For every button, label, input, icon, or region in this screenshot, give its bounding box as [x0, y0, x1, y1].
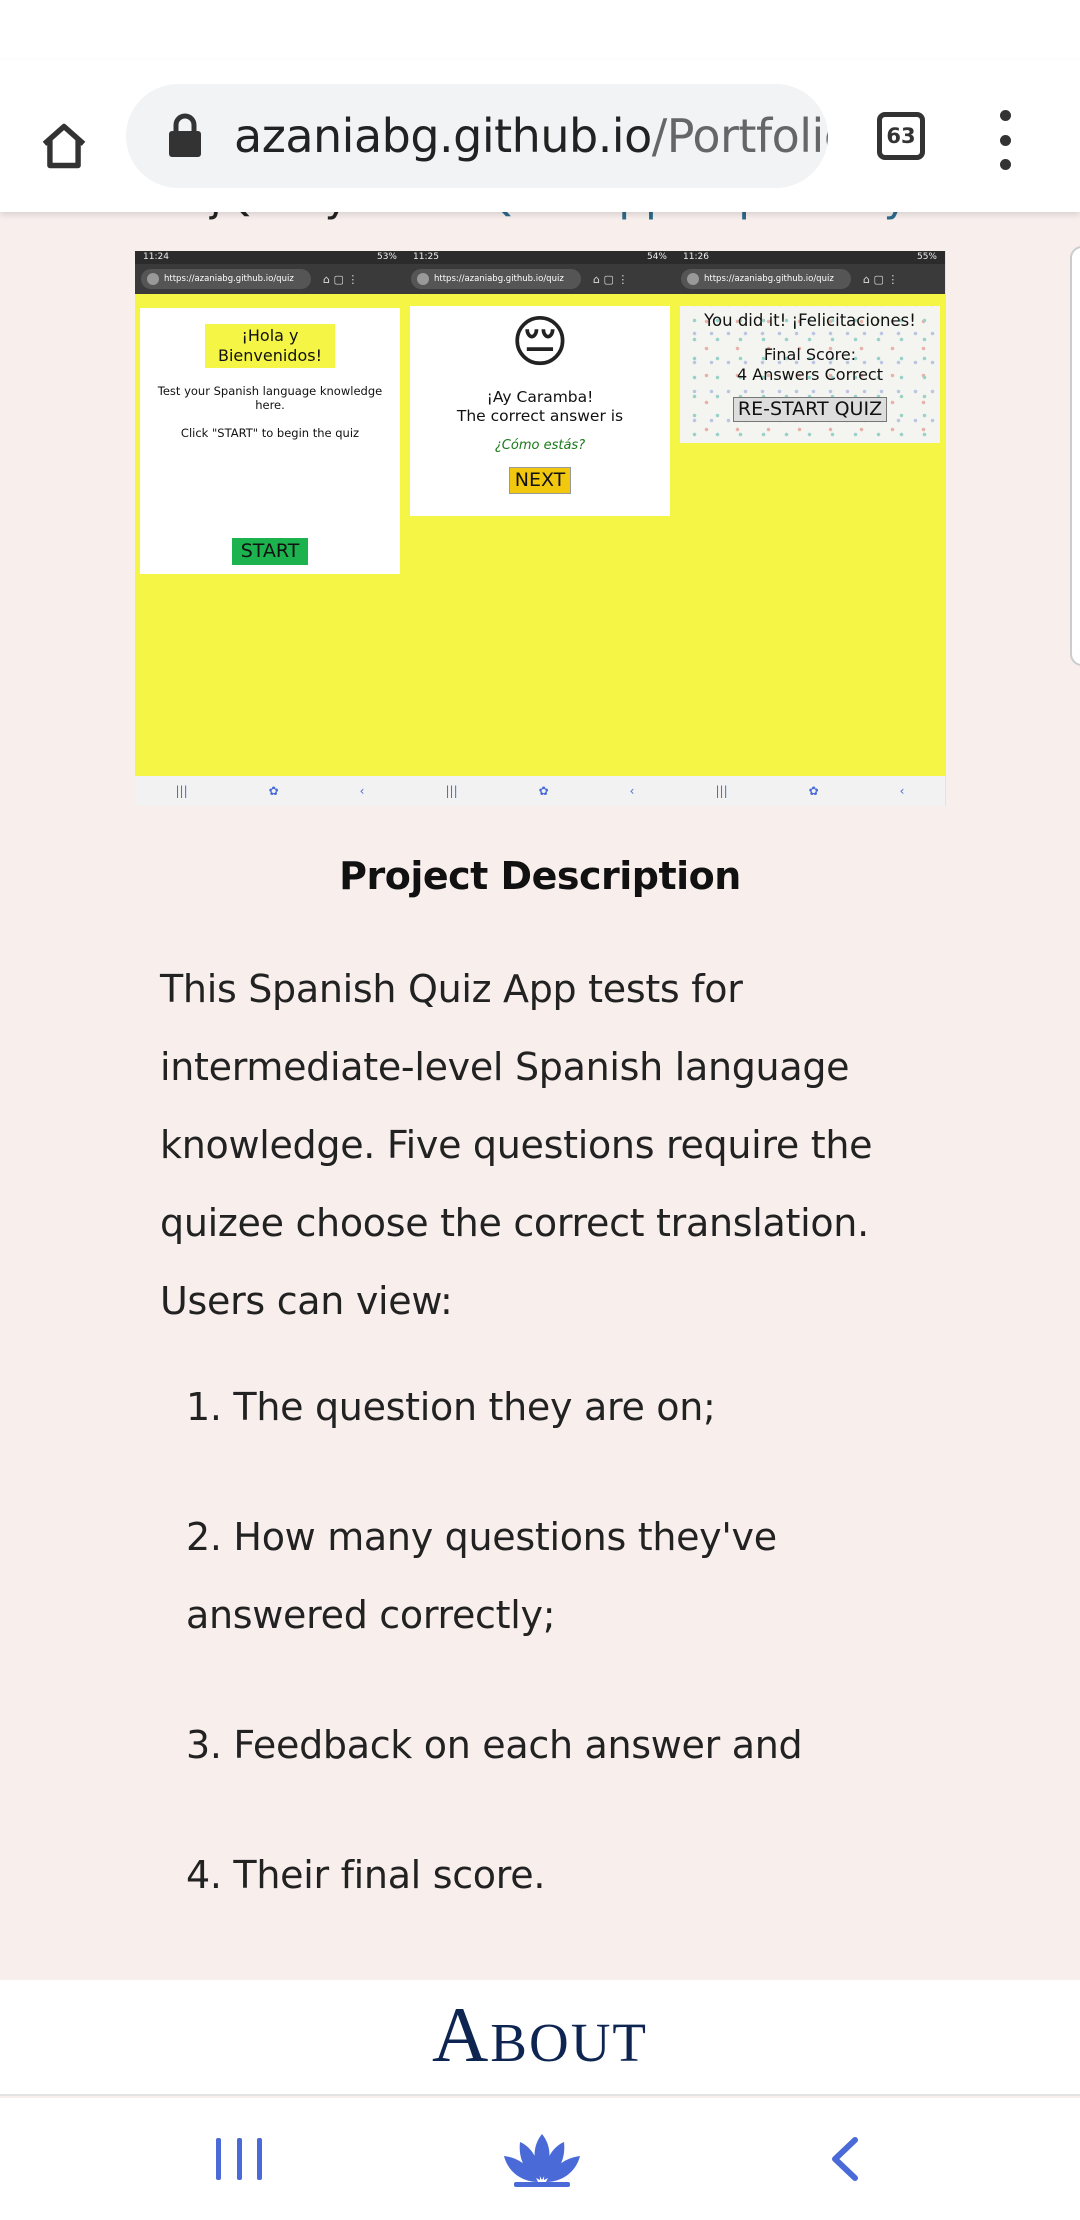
browser-toolbar: azaniabg.github.io/Portfolio 63	[0, 60, 1080, 212]
url-text: azaniabg.github.io/Portfolio	[234, 109, 828, 163]
url-host: azaniabg.github.io	[234, 109, 652, 163]
list-item: 4. Their final score.	[186, 1853, 546, 1897]
greeting: ¡Hola y Bienvenidos!	[205, 324, 335, 368]
list-item: 2. How many questions they've answered c…	[186, 1515, 777, 1637]
lock-icon	[169, 113, 201, 157]
instructions-line: Click "START" to begin the quiz	[180, 426, 360, 440]
phone-time: 11:26	[683, 252, 709, 262]
screenshot-feedback: 11:25 54% https://azaniabg.github.io/qui…	[405, 251, 675, 806]
url-path: /Portfolio	[651, 109, 828, 163]
next-button: NEXT	[508, 467, 572, 494]
start-card: ¡Hola y Bienvenidos! Test your Spanish l…	[140, 308, 400, 574]
phone-nav: ||| ✿ ‹	[135, 776, 405, 806]
phone-toolbar-icons: ⌂ ▢ ⋮	[863, 272, 899, 286]
phone-nav: ||| ✿ ‹	[675, 776, 945, 806]
final-score-label: Final Score:	[763, 345, 857, 364]
phone-url-bar: https://azaniabg.github.io/quiz ⌂ ▢ ⋮	[675, 264, 945, 294]
phone-time: 11:24	[143, 252, 169, 262]
exclaim-text: ¡Ay Caramba!	[486, 388, 594, 406]
phone-status: 11:25 54%	[405, 251, 675, 264]
phone-url-pill: https://azaniabg.github.io/quiz	[681, 269, 851, 289]
about-title: About	[431, 1991, 649, 2078]
phone-battery: 53%	[376, 252, 397, 262]
restart-button: RE-START QUIZ	[732, 397, 888, 422]
recent-apps-icon[interactable]	[216, 2138, 262, 2180]
phone-status: 11:26 55%	[675, 251, 945, 264]
congrats-text: You did it! ¡Felicitaciones!	[704, 311, 916, 330]
screenshot-final: 11:26 55% https://azaniabg.github.io/qui…	[675, 251, 945, 806]
list-item: 1. The question they are on;	[186, 1385, 716, 1429]
system-nav-bar	[0, 2098, 1080, 2220]
pensive-face-icon: 😔	[510, 310, 570, 375]
final-score-value: 4 Answers Correct	[736, 365, 883, 384]
correct-answer-label: The correct answer is	[456, 407, 624, 425]
phone-url-bar: https://azaniabg.github.io/quiz ⌂ ▢ ⋮	[405, 264, 675, 294]
project-description-paragraph: This Spanish Quiz App tests for intermed…	[160, 967, 873, 1323]
phone-url: https://azaniabg.github.io/quiz	[704, 274, 834, 284]
phone-toolbar-icons: ⌂ ▢ ⋮	[323, 272, 359, 286]
home-button[interactable]	[28, 110, 100, 182]
home-icon	[42, 123, 86, 169]
phone-nav: ||| ✿ ‹	[405, 776, 675, 806]
phone-url-pill: https://azaniabg.github.io/quiz	[141, 269, 311, 289]
quiz-screenshots-image: 11:24 53% https://azaniabg.github.io/qui…	[135, 251, 946, 806]
project-description-heading: Project Description	[339, 854, 741, 898]
phone-battery: 55%	[916, 252, 937, 262]
more-vert-icon[interactable]	[990, 110, 1020, 170]
phone-url-pill: https://azaniabg.github.io/quiz	[411, 269, 581, 289]
feedback-card: 😔 ¡Ay Caramba! The correct answer is ¿Có…	[410, 306, 670, 516]
list-item: 3. Feedback on each answer and	[186, 1723, 803, 1767]
status-bar	[0, 0, 1080, 60]
screenshot-start: 11:24 53% https://azaniabg.github.io/qui…	[135, 251, 405, 806]
phone-time: 11:25	[413, 252, 439, 262]
phone-url: https://azaniabg.github.io/quiz	[434, 274, 564, 284]
tab-switcher-button[interactable]: 63	[877, 112, 925, 160]
final-card: You did it! ¡Felicitaciones! Final Score…	[680, 306, 940, 443]
edge-panel-handle[interactable]	[1070, 246, 1080, 666]
back-chevron-icon[interactable]	[825, 2134, 865, 2184]
start-button: START	[232, 538, 308, 565]
intro-line: Test your Spanish language knowledge her…	[157, 384, 383, 412]
phone-battery: 54%	[646, 252, 667, 262]
phone-url: https://azaniabg.github.io/quiz	[164, 274, 294, 284]
address-bar[interactable]: azaniabg.github.io/Portfolio	[126, 84, 828, 188]
about-banner: About	[0, 1980, 1080, 2096]
phone-toolbar-icons: ⌂ ▢ ⋮	[593, 272, 629, 286]
correct-answer: ¿Cómo estás?	[494, 438, 586, 453]
feature-list: 1. The question they are on; 2. How many…	[186, 1368, 946, 1966]
phone-url-bar: https://azaniabg.github.io/quiz ⌂ ▢ ⋮	[135, 264, 405, 294]
phone-status: 11:24 53%	[135, 251, 405, 264]
lotus-home-icon[interactable]	[500, 2130, 584, 2188]
